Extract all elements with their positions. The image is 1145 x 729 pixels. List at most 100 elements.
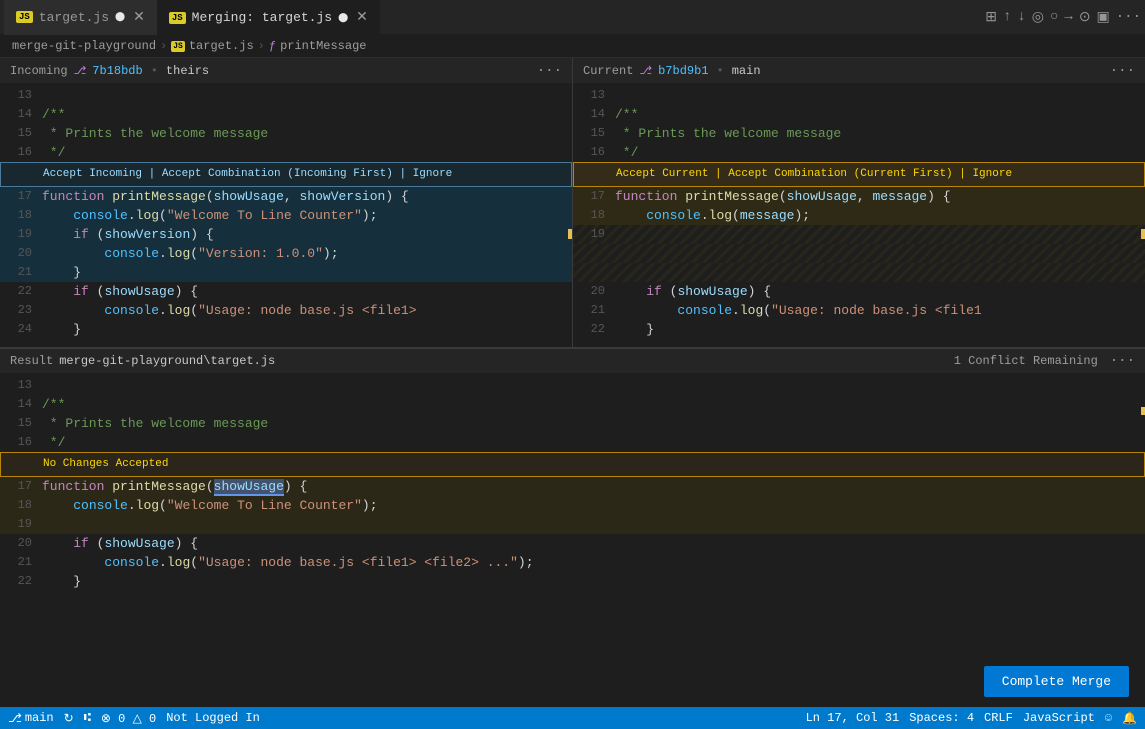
table-row: 17 function printMessage(showUsage, show… xyxy=(0,187,572,206)
status-spaces[interactable]: Spaces: 4 xyxy=(909,711,974,725)
complete-merge-button[interactable]: Complete Merge xyxy=(984,666,1129,697)
status-sync-icon[interactable]: ↻ xyxy=(64,711,74,726)
tab-merging-dot: ⬤ xyxy=(338,13,348,23)
tab-merging[interactable]: JS Merging: target.js ⬤ ✕ xyxy=(157,0,380,35)
status-branch[interactable]: ⎇ main xyxy=(8,711,54,726)
table-row: 22 if (showUsage) { xyxy=(0,282,572,301)
table-row: 21 } xyxy=(0,263,572,282)
top-panels: Incoming ⎇ 7b18bdb • theirs ··· 13 14 xyxy=(0,58,1145,348)
table-row: 14 /** xyxy=(0,395,1145,414)
tab-close-target[interactable]: ✕ xyxy=(133,9,145,26)
table-row: 18 console.log(message); xyxy=(573,206,1145,225)
split-editor-icon[interactable]: ⊞ xyxy=(985,9,997,26)
breadcrumb-workspace[interactable]: merge-git-playground xyxy=(12,39,156,53)
table-row: 23 console.log("Usage: node base.js <fil… xyxy=(0,301,572,320)
status-encoding[interactable]: CRLF xyxy=(984,711,1013,725)
current-code-pane: 13 14 /** 15 * Prints the welcome messag… xyxy=(573,84,1145,347)
current-more[interactable]: ··· xyxy=(1110,63,1135,79)
table-row: 14 /** xyxy=(0,105,572,124)
current-action-text[interactable]: Accept Current | Accept Combination (Cur… xyxy=(616,165,1012,184)
table-row: 18 console.log("Welcome To Line Counter"… xyxy=(0,496,1145,515)
table-row: 17 function printMessage(showUsage) { xyxy=(0,477,1145,496)
tab-target-label: target.js xyxy=(39,10,109,25)
table-row: 24 } xyxy=(0,320,572,339)
status-language[interactable]: JavaScript xyxy=(1023,711,1095,725)
status-source-control-icon[interactable]: ⑆ xyxy=(84,711,91,725)
table-row: 20 if (showUsage) { xyxy=(573,282,1145,301)
current-panel: Current ⎇ b7bd9b1 • main ··· 13 14 xyxy=(573,58,1145,347)
nav-next-icon[interactable]: ↓ xyxy=(1017,9,1025,25)
incoming-git-icon: ⎇ xyxy=(74,64,87,78)
incoming-sep: • xyxy=(151,64,158,78)
incoming-commit: 7b18bdb xyxy=(92,64,142,78)
table-row: 14 /** xyxy=(573,105,1145,124)
layout-icon[interactable]: ▣ xyxy=(1097,9,1110,26)
conflict-remaining: 1 Conflict Remaining xyxy=(954,354,1098,368)
timeline-icon[interactable]: ◎ xyxy=(1032,9,1044,26)
current-action-bar[interactable]: Accept Current | Accept Combination (Cur… xyxy=(573,162,1145,187)
no-changes-bar: No Changes Accepted xyxy=(0,452,1145,477)
incoming-action-bar[interactable]: Accept Incoming | Accept Combination (In… xyxy=(0,162,572,187)
current-git-icon: ⎇ xyxy=(639,64,652,78)
tab-js-icon: JS xyxy=(16,11,33,23)
incoming-panel-header: Incoming ⎇ 7b18bdb • theirs ··· xyxy=(0,58,572,84)
status-right: Ln 17, Col 31 Spaces: 4 CRLF JavaScript … xyxy=(806,711,1137,726)
current-sep: • xyxy=(717,64,724,78)
table-row: 16 */ xyxy=(0,433,1145,452)
result-code-lines: 13 14 /** 15 * Prints the welcome messag… xyxy=(0,374,1145,591)
table-row: 18 console.log("Welcome To Line Counter"… xyxy=(0,206,572,225)
tab-merging-icon: JS xyxy=(169,12,186,24)
more-actions-icon[interactable]: ··· xyxy=(1116,9,1141,25)
table-row: 22 } xyxy=(573,320,1145,339)
result-section: Result merge-git-playground\target.js 1 … xyxy=(0,348,1145,707)
current-commit: b7bd9b1 xyxy=(658,64,708,78)
result-header: Result merge-git-playground\target.js 1 … xyxy=(0,348,1145,374)
editor-area: Incoming ⎇ 7b18bdb • theirs ··· 13 14 xyxy=(0,58,1145,707)
status-notification-icon[interactable]: 🔔 xyxy=(1122,711,1137,726)
result-path: merge-git-playground\target.js xyxy=(59,354,275,368)
current-branch: main xyxy=(732,64,761,78)
circle-icon[interactable]: ○ xyxy=(1050,9,1058,25)
result-scrollbar xyxy=(1141,374,1145,707)
current-label: Current xyxy=(583,64,633,78)
breadcrumb: merge-git-playground › JS target.js › ƒ … xyxy=(0,35,1145,58)
tab-target-dot: ⬤ xyxy=(115,12,125,22)
incoming-panel: Incoming ⎇ 7b18bdb • theirs ··· 13 14 xyxy=(0,58,573,347)
table-row: 15 * Prints the welcome message xyxy=(573,124,1145,143)
tab-close-merging[interactable]: ✕ xyxy=(356,9,368,26)
table-row: 21 console.log("Usage: node base.js <fil… xyxy=(573,301,1145,320)
status-login[interactable]: Not Logged In xyxy=(166,711,260,725)
breadcrumb-func-icon: ƒ xyxy=(269,39,276,53)
breadcrumb-sep2: › xyxy=(258,39,265,53)
breadcrumb-sep1: › xyxy=(160,39,167,53)
breadcrumb-symbol[interactable]: printMessage xyxy=(280,39,366,53)
breadcrumb-file[interactable]: target.js xyxy=(189,39,254,53)
table-row: 19 xyxy=(573,225,1145,244)
table-row: 22 } xyxy=(0,572,1145,591)
result-scroll-marker xyxy=(1141,407,1145,415)
current-panel-header: Current ⎇ b7bd9b1 • main ··· xyxy=(573,58,1145,84)
status-bar: ⎇ main ↻ ⑆ ⊗ 0 △ 0 Not Logged In Ln 17, … xyxy=(0,707,1145,729)
nav-prev-icon[interactable]: ↑ xyxy=(1003,9,1011,25)
table-row: 15 * Prints the welcome message xyxy=(0,124,572,143)
arrow-right-icon[interactable]: → xyxy=(1064,9,1072,25)
incoming-action-text[interactable]: Accept Incoming | Accept Combination (In… xyxy=(43,165,452,184)
status-errors: ⊗ 0 △ 0 xyxy=(101,711,156,726)
incoming-scroll-marker xyxy=(568,229,572,239)
table-row: 19 xyxy=(0,515,1145,534)
tab-target-js[interactable]: JS target.js ⬤ ✕ xyxy=(4,0,157,35)
table-row: 16 */ xyxy=(0,143,572,162)
tab-bar-actions: ⊞ ↑ ↓ ◎ ○ → ⊙ ▣ ··· xyxy=(985,9,1141,26)
table-row: 16 */ xyxy=(573,143,1145,162)
incoming-more[interactable]: ··· xyxy=(537,63,562,79)
tab-bar: JS target.js ⬤ ✕ JS Merging: target.js ⬤… xyxy=(0,0,1145,35)
publish-icon[interactable]: ⊙ xyxy=(1079,9,1091,26)
status-position[interactable]: Ln 17, Col 31 xyxy=(806,711,900,725)
incoming-code-pane: 13 14 /** 15 * Prints the welcome messag… xyxy=(0,84,572,347)
result-more[interactable]: ··· xyxy=(1110,353,1135,369)
incoming-label: Incoming xyxy=(10,64,68,78)
no-changes-label: No Changes Accepted xyxy=(43,455,168,474)
status-feedback-icon[interactable]: ☺ xyxy=(1105,711,1112,725)
table-row: 13 xyxy=(573,86,1145,105)
table-row: 20 console.log("Version: 1.0.0"); xyxy=(0,244,572,263)
